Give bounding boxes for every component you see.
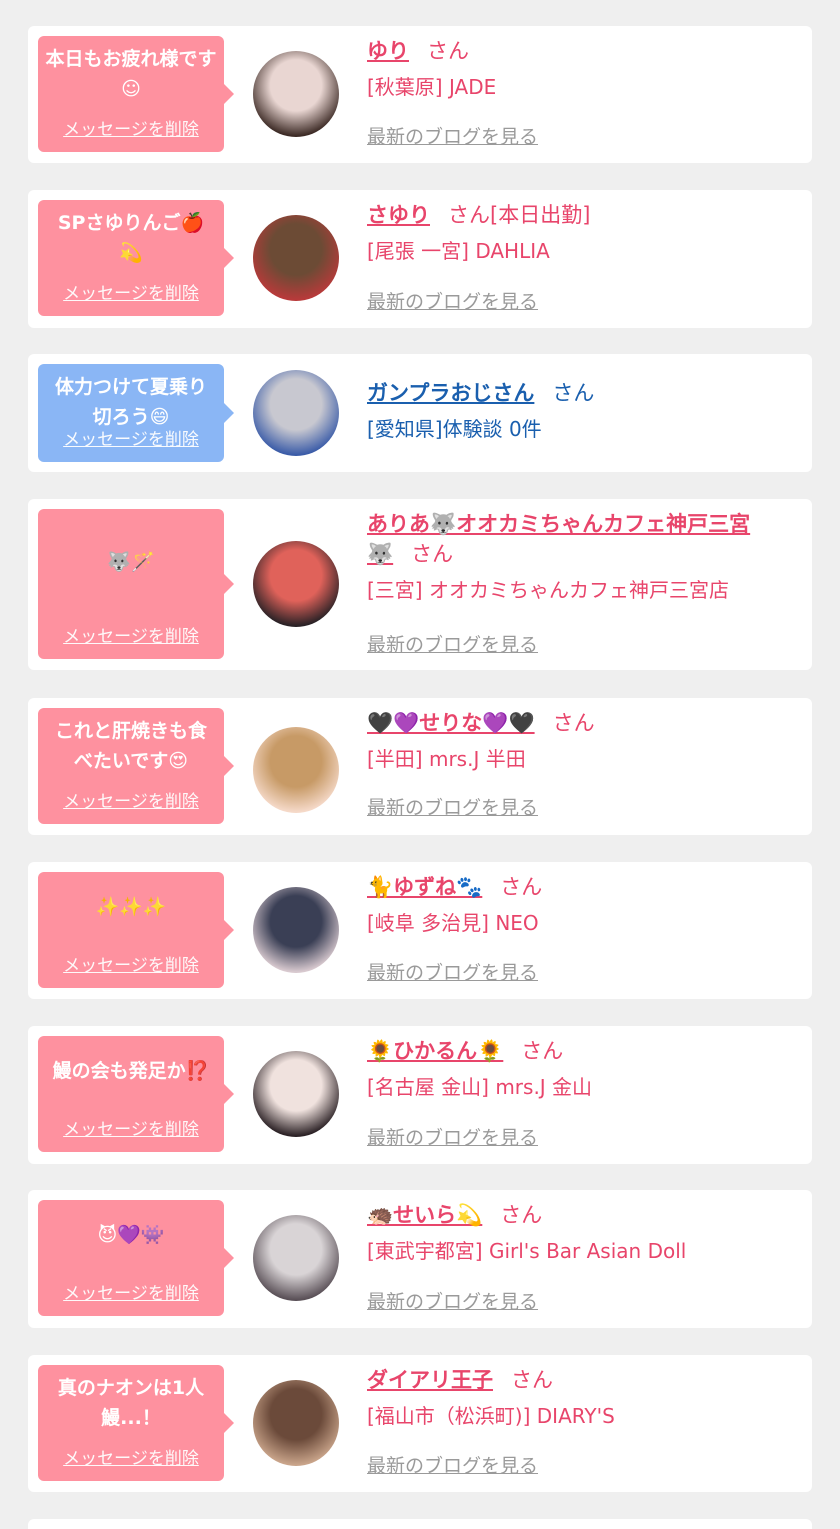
name-line: ゆり さん: [367, 36, 788, 66]
latest-blog-link[interactable]: 最新のブログを見る: [367, 958, 538, 985]
message-text: これと肝焼きも食 べたいです😍: [54, 720, 207, 772]
name-line: ガンプラおじさん さん: [367, 378, 788, 408]
message-card: これと肝焼きも食 べたいです😍 メッセージを削除 🖤💜せりな💜🖤 さん [半田] mrs…: [28, 698, 812, 835]
shop-label: [東武宇都宮] Girl's Bar Asian Doll: [367, 1239, 687, 1263]
profile-info: さゆり さん[本日出勤] [尾張 一宮] DAHLIA: [367, 200, 788, 266]
avatar-photo-icon[interactable]: [253, 215, 339, 301]
honorific-label: さん: [552, 381, 595, 405]
profile-name-link[interactable]: 🐈ゆずね🐾: [367, 875, 482, 899]
profile-info: 🦔せいら💫 さん [東武宇都宮] Girl's Bar Asian Doll: [367, 1200, 788, 1266]
name-line: さゆり さん[本日出勤]: [367, 200, 788, 230]
honorific-label: さん: [500, 875, 543, 899]
delete-message-link[interactable]: メッセージを削除: [38, 787, 224, 812]
delete-message-link[interactable]: メッセージを削除: [38, 622, 224, 647]
shop-label: [福山市（松浜町)] DIARY'S: [367, 1404, 615, 1428]
avatar-photo-icon[interactable]: [253, 541, 339, 627]
delete-message-link[interactable]: メッセージを削除: [38, 1115, 224, 1140]
profile-info: 🖤💜せりな💜🖤 さん [半田] mrs.J 半田: [367, 708, 788, 774]
shop-label: [秋葉原] JADE: [367, 75, 497, 99]
message-text: 体力つけて夏乗り 切ろう😄: [54, 376, 207, 428]
message-card: 🐺🪄 メッセージを削除 ありあ🐺オオカミちゃんカフェ神戸三宮 🐺 さん [三宮] オオカ…: [28, 499, 812, 670]
honorific-label: さん: [521, 1039, 564, 1063]
profile-name-link[interactable]: ガンプラおじさん: [367, 381, 534, 405]
delete-message-link[interactable]: メッセージを削除: [38, 425, 224, 450]
honorific-label: さん[本日出勤]: [448, 203, 591, 227]
profile-info: ありあ🐺オオカミちゃんカフェ神戸三宮 🐺 さん [三宮] オオカミちゃんカフェ神戸三…: [367, 509, 788, 605]
latest-blog-link[interactable]: 最新のブログを見る: [367, 1287, 538, 1314]
shop-label: [愛知県]体験談 0件: [367, 417, 542, 441]
message-bubble: 体力つけて夏乗り 切ろう😄 メッセージを削除: [38, 364, 234, 462]
name-line: 🐈ゆずね🐾 さん: [367, 872, 788, 902]
honorific-label: さん: [552, 711, 595, 735]
name-line: ありあ🐺オオカミちゃんカフェ神戸三宮 🐺 さん: [367, 509, 788, 569]
latest-blog-link[interactable]: 最新のブログを見る: [367, 793, 538, 820]
message-bubble: 本日もお疲れ様です☺ メッセージを削除: [38, 36, 234, 152]
shop-label: [半田] mrs.J 半田: [367, 747, 526, 771]
avatar-photo-icon[interactable]: [253, 1380, 339, 1466]
delete-message-link[interactable]: メッセージを削除: [38, 1279, 224, 1304]
name-line: 🦔せいら💫 さん: [367, 1200, 788, 1230]
message-text: SPさゆりんご🍎 💫: [57, 212, 205, 264]
profile-info: ガンプラおじさん さん [愛知県]体験談 0件: [367, 378, 788, 444]
profile-name-link[interactable]: さゆり: [367, 203, 430, 227]
shop-label: [名古屋 金山] mrs.J 金山: [367, 1075, 593, 1099]
name-line: 🖤💜せりな💜🖤 さん: [367, 708, 788, 738]
shop-label: [尾張 一宮] DAHLIA: [367, 239, 550, 263]
message-text: 😈💜👾: [97, 1224, 165, 1246]
latest-blog-link[interactable]: 最新のブログを見る: [367, 287, 538, 314]
avatar-photo-icon[interactable]: [253, 1215, 339, 1301]
avatar-photo-icon[interactable]: [253, 1051, 339, 1137]
message-bubble: 鰻の会も発足か⁉️ メッセージを削除: [38, 1036, 234, 1152]
message-card: 真のナオンは1人 鰻...！ メッセージを削除 ダイアリ王子 さん [福山市（松浜町)]…: [28, 1355, 812, 1492]
message-card: SPさゆりんご🍎 💫 メッセージを削除 さゆり さん[本日出勤] [尾張 一宮] DAH…: [28, 190, 812, 328]
delete-message-link[interactable]: メッセージを削除: [38, 279, 224, 304]
message-card: [28, 1519, 812, 1529]
avatar-photo-icon[interactable]: [253, 51, 339, 137]
message-bubble: ✨✨✨ メッセージを削除: [38, 872, 234, 988]
message-card: 体力つけて夏乗り 切ろう😄 メッセージを削除 ガンプラおじさん さん [愛知県]体験談 …: [28, 354, 812, 472]
message-text: 🐺🪄: [107, 551, 155, 573]
honorific-label: さん: [511, 1368, 553, 1392]
profile-info: 🌻ひかるん🌻 さん [名古屋 金山] mrs.J 金山: [367, 1036, 788, 1102]
message-card: 本日もお疲れ様です☺ メッセージを削除 ゆり さん [秋葉原] JADE 最新のブログを見…: [28, 26, 812, 163]
profile-name-link[interactable]: ダイアリ王子: [367, 1368, 493, 1392]
name-line: 🌻ひかるん🌻 さん: [367, 1036, 788, 1066]
profile-info: 🐈ゆずね🐾 さん [岐阜 多治見] NEO: [367, 872, 788, 938]
profile-name-link[interactable]: 🦔せいら💫: [367, 1203, 482, 1227]
delete-message-link[interactable]: メッセージを削除: [38, 1444, 224, 1469]
shop-label: [岐阜 多治見] NEO: [367, 911, 539, 935]
honorific-label: さん: [427, 39, 469, 63]
message-bubble: 真のナオンは1人 鰻...！ メッセージを削除: [38, 1365, 234, 1481]
latest-blog-link[interactable]: 最新のブログを見る: [367, 1123, 538, 1150]
avatar-photo-icon[interactable]: [253, 887, 339, 973]
message-bubble: これと肝焼きも食 べたいです😍 メッセージを削除: [38, 708, 234, 824]
profile-name-link[interactable]: 🖤💜せりな💜🖤: [367, 711, 535, 735]
message-card: 😈💜👾 メッセージを削除 🦔せいら💫 さん [東武宇都宮] Girl's Bar Asi…: [28, 1190, 812, 1328]
message-card: ✨✨✨ メッセージを削除 🐈ゆずね🐾 さん [岐阜 多治見] NEO 最新のブログを見る: [28, 862, 812, 999]
message-card: 鰻の会も発足か⁉️ メッセージを削除 🌻ひかるん🌻 さん [名古屋 金山] mrs.J …: [28, 1026, 812, 1164]
honorific-label: さん: [411, 542, 454, 566]
honorific-label: さん: [500, 1203, 543, 1227]
message-text: 真のナオンは1人 鰻...！: [57, 1377, 205, 1429]
message-text: 鰻の会も発足か⁉️: [52, 1060, 210, 1082]
message-text: ✨✨✨: [95, 896, 167, 918]
latest-blog-link[interactable]: 最新のブログを見る: [367, 630, 538, 657]
avatar-photo-icon[interactable]: [253, 727, 339, 813]
message-bubble: 😈💜👾 メッセージを削除: [38, 1200, 234, 1316]
avatar-robot-icon[interactable]: [253, 370, 339, 456]
delete-message-link[interactable]: メッセージを削除: [38, 951, 224, 976]
profile-info: ゆり さん [秋葉原] JADE: [367, 36, 788, 102]
message-bubble: SPさゆりんご🍎 💫 メッセージを削除: [38, 200, 234, 316]
shop-label: [三宮] オオカミちゃんカフェ神戸三宮店: [367, 578, 729, 602]
message-text: 本日もお疲れ様です☺: [45, 48, 217, 100]
profile-name-link[interactable]: ゆり: [367, 39, 409, 63]
latest-blog-link[interactable]: 最新のブログを見る: [367, 1451, 538, 1478]
name-line: ダイアリ王子 さん: [367, 1365, 788, 1395]
profile-name-link[interactable]: 🌻ひかるん🌻: [367, 1039, 503, 1063]
message-bubble: 🐺🪄 メッセージを削除: [38, 509, 234, 659]
profile-info: ダイアリ王子 さん [福山市（松浜町)] DIARY'S: [367, 1365, 788, 1431]
latest-blog-link[interactable]: 最新のブログを見る: [367, 122, 538, 149]
delete-message-link[interactable]: メッセージを削除: [38, 115, 224, 140]
